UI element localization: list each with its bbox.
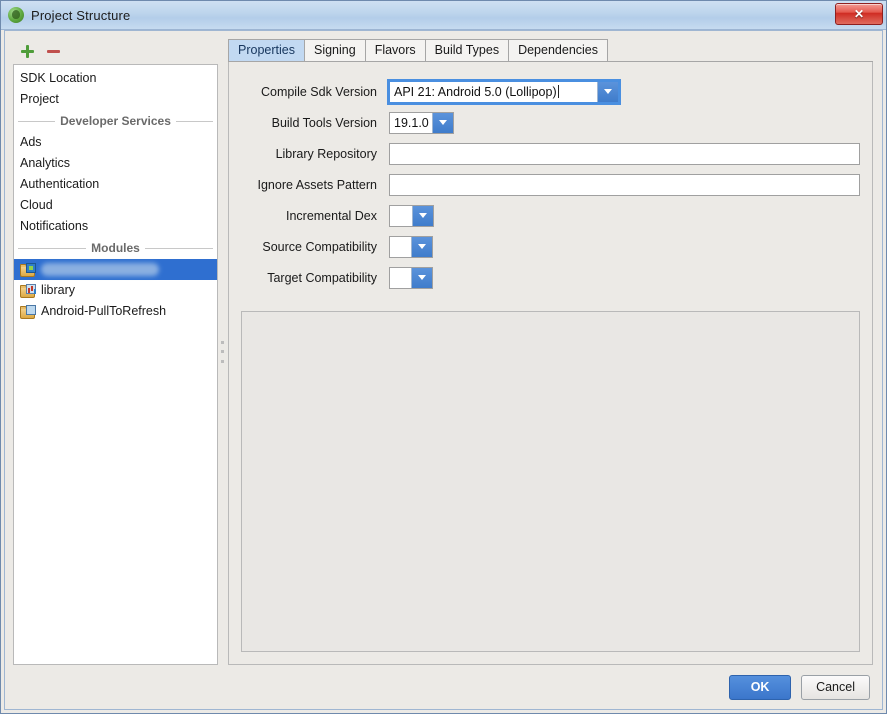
sidebar-item-label: Ads (20, 135, 42, 149)
source-compatibility-combo[interactable] (389, 235, 433, 258)
sidebar-item-module-app[interactable] (14, 259, 217, 280)
window-title: Project Structure (31, 7, 131, 23)
sidebar-item-ads[interactable]: Ads (14, 132, 217, 153)
title-bar: Project Structure ✕ (1, 1, 886, 30)
panel-splitter[interactable] (218, 38, 228, 665)
ok-button[interactable]: OK (729, 674, 792, 700)
tab-bar: Properties Signing Flavors Build Types D… (228, 38, 873, 62)
close-icon[interactable]: ✕ (835, 3, 883, 25)
field-row-compile-sdk-version: Compile Sdk Version API 21: Android 5.0 … (241, 76, 860, 107)
label-build-tools-version: Build Tools Version (271, 115, 377, 130)
source-compatibility-value (390, 236, 411, 257)
tab-signing[interactable]: Signing (303, 39, 366, 61)
sidebar-item-label: Analytics (20, 156, 71, 170)
sidebar-item-label: SDK Location (20, 71, 97, 85)
right-panel: Properties Signing Flavors Build Types D… (228, 38, 880, 665)
chevron-down-icon[interactable] (412, 205, 433, 226)
target-compatibility-combo[interactable] (389, 266, 433, 289)
sidebar-item-project[interactable]: Project (14, 89, 217, 110)
label-compile-sdk-version: Compile Sdk Version (260, 84, 377, 99)
properties-panel: Compile Sdk Version API 21: Android 5.0 … (228, 62, 873, 665)
compile-sdk-version-value: API 21: Android 5.0 (Lollipop) (394, 84, 557, 99)
field-row-target-compatibility: Target Compatibility (241, 262, 860, 293)
build-tools-version-value: 19.1.0 (390, 112, 432, 133)
sidebar-item-analytics[interactable]: Analytics (14, 153, 217, 174)
sidebar-item-label: Notifications (20, 219, 89, 233)
sidebar-item-label: Cloud (20, 198, 53, 212)
tab-build-types[interactable]: Build Types (424, 39, 510, 61)
label-incremental-dex: Incremental Dex (285, 208, 377, 223)
ignore-assets-pattern-input[interactable] (389, 173, 860, 196)
separator-line-right (144, 247, 214, 249)
chevron-down-icon[interactable] (597, 81, 618, 102)
sidebar-item-label: library (41, 283, 76, 297)
sidebar-toolbar (13, 38, 218, 64)
remove-module-button[interactable] (44, 42, 62, 60)
dialog-footer: OK Cancel (1, 665, 886, 713)
incremental-dex-value (390, 205, 412, 226)
sidebar-item-sdk-location[interactable]: SDK Location (14, 68, 217, 89)
label-source-compatibility: Source Compatibility (262, 239, 377, 254)
android-studio-icon (8, 7, 24, 23)
sidebar-item-module-library[interactable]: library (14, 280, 217, 301)
field-row-source-compatibility: Source Compatibility (241, 231, 860, 262)
sidebar-item-notifications[interactable]: Notifications (14, 216, 217, 237)
module-app-icon (20, 262, 36, 277)
group-header-modules: Modules (14, 237, 217, 259)
module-library-icon (20, 283, 36, 298)
sidebar-item-label: Project (20, 92, 59, 106)
group-title: Developer Services (60, 114, 171, 128)
details-empty-area (241, 311, 860, 652)
cancel-button[interactable]: Cancel (801, 674, 870, 700)
chevron-down-icon[interactable] (432, 112, 453, 133)
separator-line-left (18, 247, 87, 249)
sidebar-item-cloud[interactable]: Cloud (14, 195, 217, 216)
label-ignore-assets-pattern: Ignore Assets Pattern (257, 177, 377, 192)
compile-sdk-version-combo[interactable]: API 21: Android 5.0 (Lollipop) (387, 78, 621, 105)
splitter-grip-icon (221, 340, 224, 363)
tab-flavors[interactable]: Flavors (364, 39, 426, 61)
sidebar-item-module-android-pulltorefresh[interactable]: Android-PullToRefresh (14, 301, 217, 322)
label-library-repository: Library Repository (275, 146, 377, 161)
library-repository-input[interactable] (389, 142, 860, 165)
module-folder-icon (20, 304, 36, 319)
tab-properties[interactable]: Properties (228, 39, 305, 61)
tab-dependencies[interactable]: Dependencies (508, 39, 608, 61)
project-structure-dialog: Project Structure ✕ SDK Location Project (0, 0, 887, 714)
sidebar-item-label: Android-PullToRefresh (41, 304, 167, 318)
left-panel: SDK Location Project Developer Services … (13, 38, 218, 665)
module-name-redacted (41, 263, 159, 276)
group-header-developer-services: Developer Services (14, 110, 217, 132)
incremental-dex-combo[interactable] (389, 204, 434, 227)
sidebar-item-authentication[interactable]: Authentication (14, 174, 217, 195)
target-compatibility-value (390, 267, 411, 288)
field-row-incremental-dex: Incremental Dex (241, 200, 860, 231)
label-target-compatibility: Target Compatibility (267, 270, 377, 285)
separator-line-left (18, 120, 56, 122)
group-title: Modules (91, 241, 140, 255)
field-row-library-repository: Library Repository (241, 138, 860, 169)
separator-line-right (175, 120, 213, 122)
chevron-down-icon[interactable] (411, 236, 432, 257)
sidebar-item-label: Authentication (20, 177, 100, 191)
dialog-content: SDK Location Project Developer Services … (1, 30, 886, 665)
build-tools-version-combo[interactable]: 19.1.0 (389, 111, 454, 134)
field-row-build-tools-version: Build Tools Version 19.1.0 (241, 107, 860, 138)
chevron-down-icon[interactable] (411, 267, 432, 288)
field-row-ignore-assets-pattern: Ignore Assets Pattern (241, 169, 860, 200)
add-module-button[interactable] (18, 42, 36, 60)
text-caret (557, 85, 559, 98)
project-tree[interactable]: SDK Location Project Developer Services … (13, 64, 218, 665)
